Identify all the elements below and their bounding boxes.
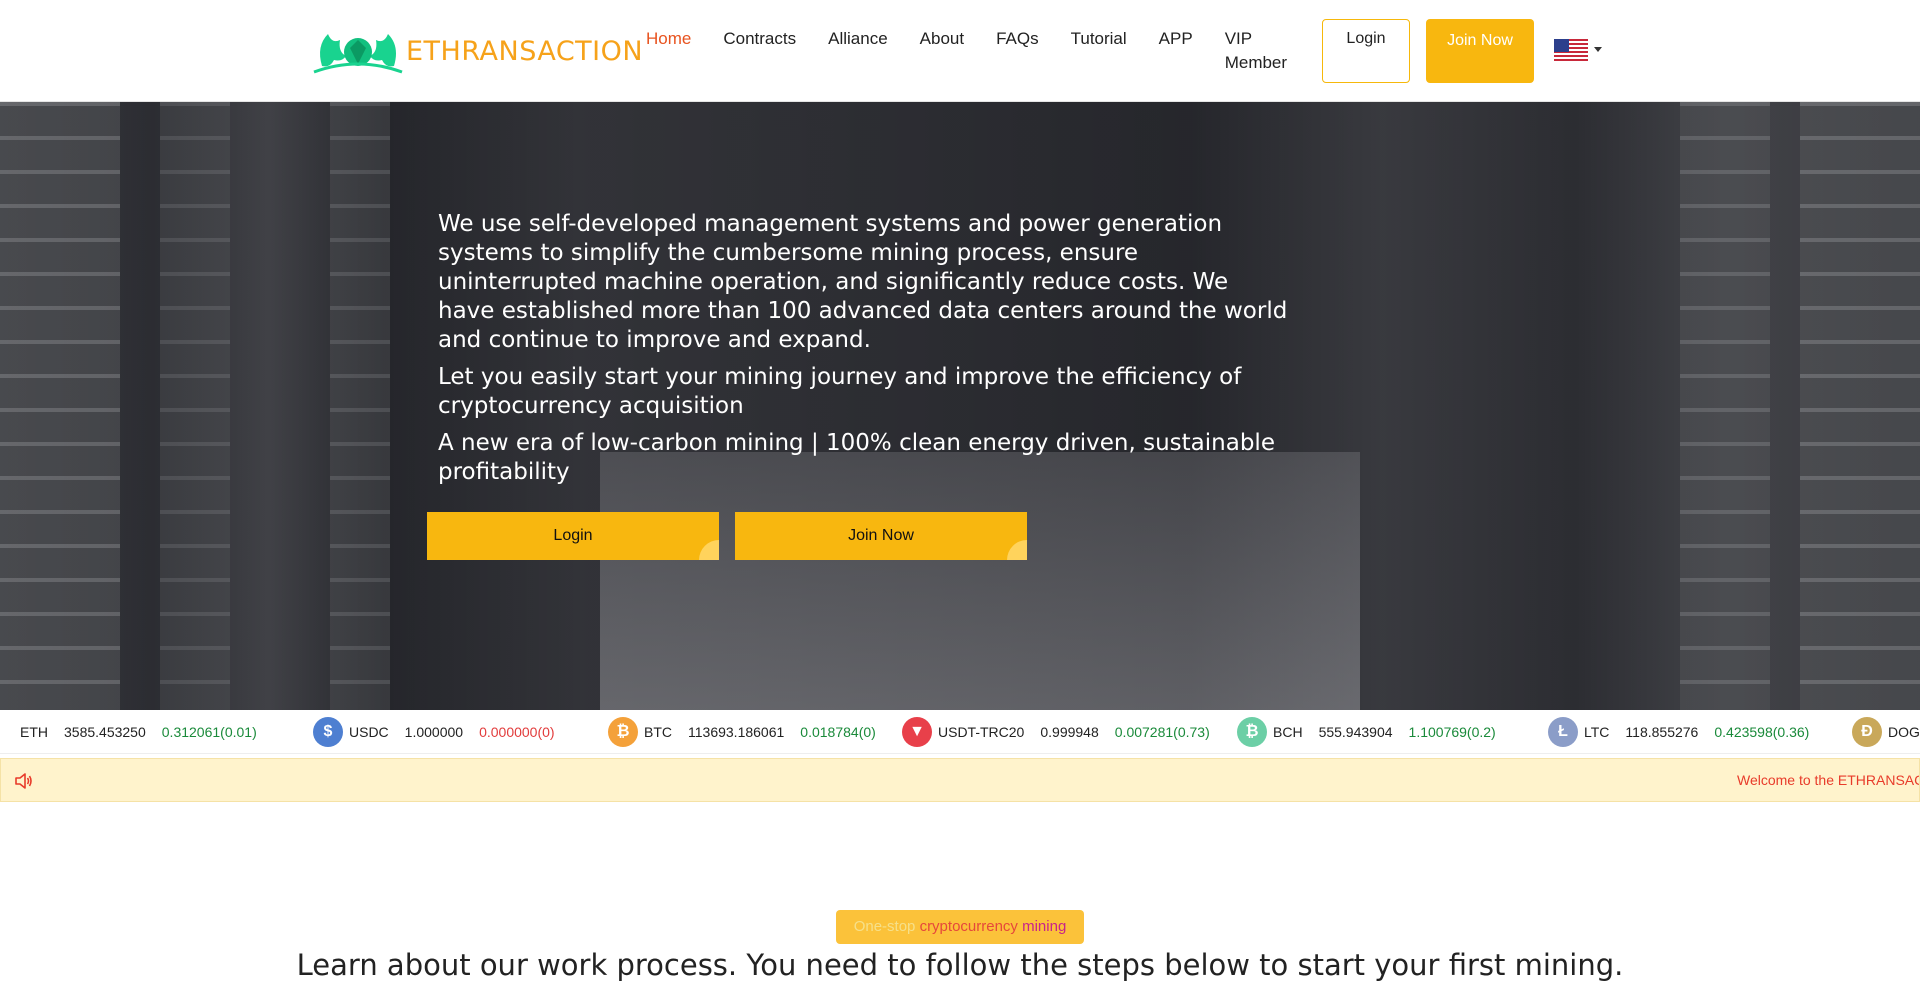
rack-image (1800, 102, 1920, 710)
ticker-symbol: LTC (1584, 724, 1610, 740)
section-badge: One-stop cryptocurrency mining (836, 910, 1084, 944)
ticker-change: 0.312061(0.01) (161, 724, 257, 740)
ticker-price: 3585.453250 (64, 724, 146, 740)
ticker-price: 118.855276 (1625, 724, 1699, 740)
badge-text: mining (1022, 918, 1067, 935)
ticker-change: 0.000000(0) (479, 724, 555, 740)
ticker-symbol: DOGE (1888, 724, 1920, 740)
ticker-item[interactable]: Ð DOGE (1852, 710, 1920, 753)
nav-app[interactable]: APP (1159, 27, 1193, 75)
floor-image (600, 452, 1360, 710)
site-header: ETHRANSACTION Home Contracts Alliance Ab… (0, 0, 1920, 102)
rack-image (1680, 102, 1770, 710)
ticker-change: 1.100769(0.2) (1408, 724, 1496, 740)
main-nav: Home Contracts Alliance About FAQs Tutor… (646, 27, 1321, 75)
tron-icon: ▼ (902, 717, 932, 747)
logo[interactable]: ETHRANSACTION (312, 26, 643, 76)
ticker-symbol: USDC (349, 724, 389, 740)
announcement-bar: Welcome to the ETHRANSAC (0, 758, 1920, 802)
header-login-button[interactable]: Login (1322, 19, 1410, 83)
header-join-button[interactable]: Join Now (1426, 19, 1534, 83)
announcement-text: Welcome to the ETHRANSAC (1737, 772, 1920, 788)
rack-image (0, 102, 120, 710)
logo-text: ETHRANSACTION (406, 35, 644, 67)
hero-login-label: Login (553, 527, 593, 544)
ticker-item[interactable]: ₿ BTC 113693.186061 0.018784(0) (608, 710, 876, 753)
hero-section: We use self-developed management systems… (0, 102, 1920, 710)
badge-text: One-stop (853, 918, 916, 935)
logo-dragon-icon (313, 34, 403, 74)
hero-text: We use self-developed management systems… (438, 210, 1288, 487)
btc-icon: ₿ (608, 717, 638, 747)
hero-paragraph: We use self-developed management systems… (438, 211, 1288, 353)
ticker-price: 1.000000 (404, 724, 464, 740)
hero-join-button[interactable]: Join Now (735, 512, 1027, 560)
ticker-item[interactable]: ₿ BCH 555.943904 1.100769(0.2) (1237, 710, 1496, 753)
ticker-item[interactable]: ▼ USDT-TRC20 0.999948 0.007281(0.73) (902, 710, 1210, 753)
ticker-price: 113693.186061 (688, 724, 785, 740)
hero-join-label: Join Now (848, 527, 914, 544)
us-flag-icon[interactable] (1554, 39, 1588, 63)
nav-about[interactable]: About (920, 27, 964, 75)
nav-contracts[interactable]: Contracts (723, 27, 796, 75)
doge-icon: Ð (1852, 717, 1882, 747)
badge-text: cryptocurrency (919, 918, 1018, 935)
speaker-icon (15, 773, 32, 789)
ticker-symbol: ETH (20, 724, 48, 740)
ltc-icon: Ł (1548, 717, 1578, 747)
nav-home[interactable]: Home (646, 27, 691, 75)
ticker-change: 0.423598(0.36) (1714, 724, 1810, 740)
button-corner-decoration (1007, 540, 1027, 560)
nav-faqs[interactable]: FAQs (996, 27, 1039, 75)
usdc-icon: $ (313, 717, 343, 747)
hero-paragraph: A new era of low-carbon mining | 100% cl… (438, 430, 1275, 485)
ticker-item[interactable]: Ł LTC 118.855276 0.423598(0.36) (1548, 710, 1810, 753)
nav-alliance[interactable]: Alliance (828, 27, 888, 75)
ticker-item[interactable]: $ USDC 1.000000 0.000000(0) (313, 710, 555, 753)
rack-image (330, 102, 390, 710)
language-caret-icon[interactable] (1594, 47, 1602, 52)
ticker-change: 0.018784(0) (800, 724, 876, 740)
ticker-item[interactable]: ETH 3585.453250 0.312061(0.01) (20, 710, 257, 753)
hero-paragraph: Let you easily start your mining journey… (438, 364, 1242, 419)
ticker-price: 555.943904 (1318, 724, 1393, 740)
ticker-price: 0.999948 (1040, 724, 1099, 740)
price-ticker: ETH 3585.453250 0.312061(0.01) $ USDC 1.… (0, 710, 1920, 754)
ticker-symbol: USDT-TRC20 (938, 724, 1025, 740)
section-title: Learn about our work process. You need t… (296, 948, 1624, 982)
ticker-change: 0.007281(0.73) (1114, 724, 1210, 740)
button-corner-decoration (699, 540, 719, 560)
nav-tutorial[interactable]: Tutorial (1071, 27, 1127, 75)
bch-icon: ₿ (1237, 717, 1267, 747)
ticker-symbol: BTC (644, 724, 672, 740)
nav-vip-member[interactable]: VIP Member (1225, 27, 1289, 75)
hero-login-button[interactable]: Login (427, 512, 719, 560)
rack-image (160, 102, 230, 710)
ticker-symbol: BCH (1273, 724, 1303, 740)
